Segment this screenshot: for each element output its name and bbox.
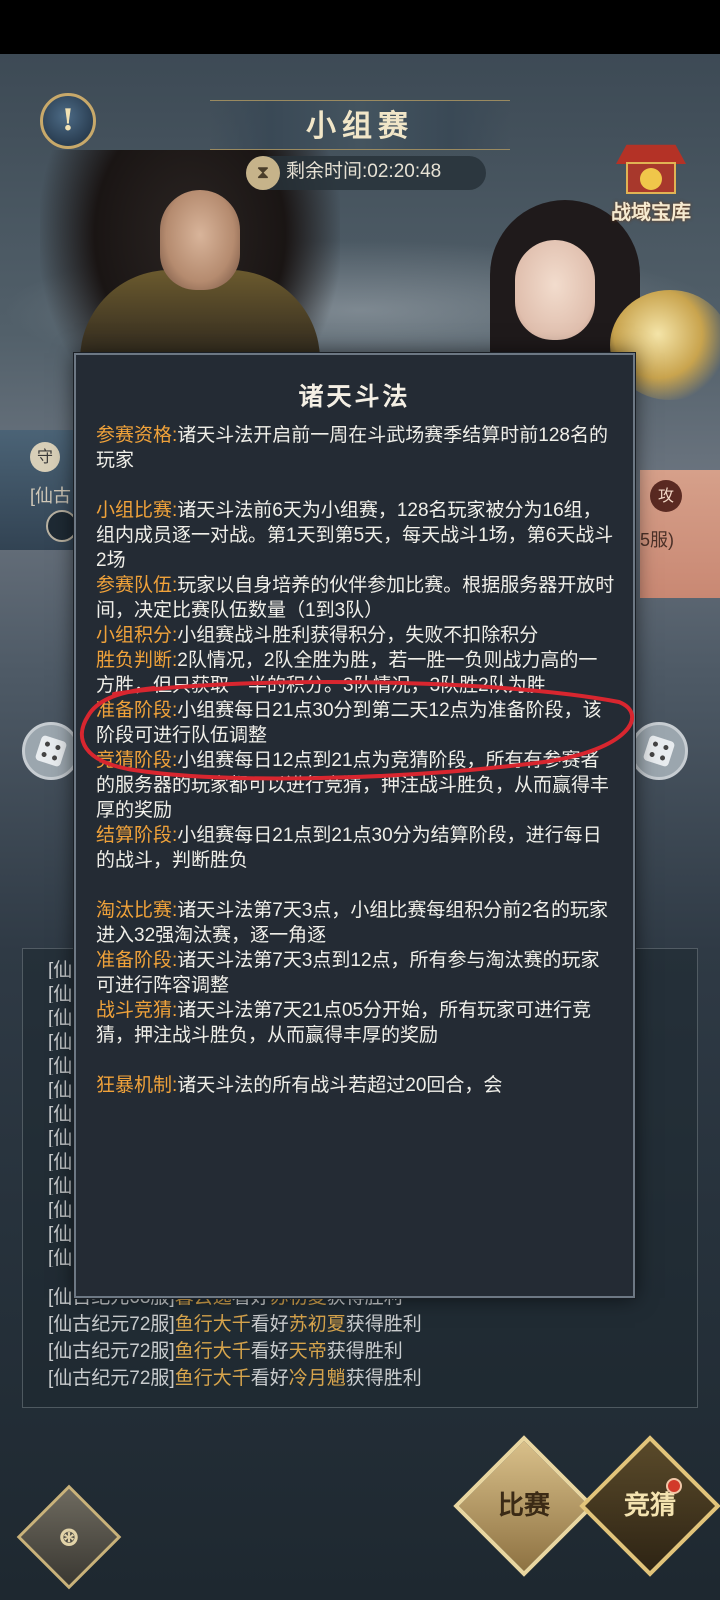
page-title: 小组赛 <box>306 109 414 144</box>
feed-mid: 看好 <box>250 1368 289 1389</box>
rule-key: 淘汰比赛: <box>96 900 178 921</box>
dice-button-right[interactable] <box>630 722 688 780</box>
rule-paragraph: 结算阶段:小组赛每日21点到21点30分为结算阶段，进行每日的战斗，判断胜负 <box>96 823 616 873</box>
dialog-title: 诸天斗法 <box>298 382 411 411</box>
feed-name: 鱼行大千 <box>174 1314 251 1335</box>
feed-name: 鱼行大千 <box>174 1341 251 1362</box>
rule-key: 参赛队伍: <box>96 575 178 596</box>
rule-key: 结算阶段: <box>96 825 178 846</box>
rule-paragraph: 小组比赛:诸天斗法前6天为小组赛，128名玩家被分为16组，组内成员逐一对战。第… <box>96 498 616 573</box>
attacker-server-text: 5服) <box>640 530 675 550</box>
coin-icon <box>640 168 662 190</box>
cloud-swirl-icon: ⊛ <box>57 1520 81 1553</box>
title-plate: 小组赛 <box>210 100 510 150</box>
guess-button-label: 竞猜 <box>623 1491 676 1521</box>
rule-key: 小组比赛: <box>96 500 178 521</box>
feed-target: 苏初夏 <box>288 1314 346 1335</box>
rule-paragraph: 竞猜阶段:小组赛每日12点到21点为竞猜阶段，所有有参赛者的服务器的玩家都可以进… <box>96 748 616 823</box>
rule-paragraph: 准备阶段:诸天斗法第7天3点到12点，所有参与淘汰赛的玩家可进行阵容调整 <box>96 948 616 998</box>
rule-paragraph: 参赛资格:诸天斗法开启前一周在斗武场赛季结算时前128名的玩家 <box>96 423 616 473</box>
rules-dialog[interactable]: 诸天斗法 参赛资格:诸天斗法开启前一周在斗武场赛季结算时前128名的玩家小组比赛… <box>74 353 635 1298</box>
rule-key: 胜负判断: <box>96 650 178 671</box>
info-button[interactable]: ! <box>40 93 96 149</box>
feed-row: [仙古纪元72服]鱼行大千看好天帝获得胜利 <box>48 1338 688 1365</box>
feed-end: 获得胜利 <box>345 1314 422 1335</box>
rule-key: 参赛资格: <box>96 425 178 446</box>
character-right-face <box>515 240 595 340</box>
info-icon: ! <box>61 103 75 138</box>
attack-seal-icon: 攻 <box>650 480 682 512</box>
dice-icon <box>34 734 68 768</box>
match-button-label: 比赛 <box>497 1491 550 1521</box>
rule-key: 战斗竞猜: <box>96 1000 178 1021</box>
rule-paragraph: 淘汰比赛:诸天斗法第7天3点，小组比赛每组积分前2名的玩家进入32强淘汰赛，逐一… <box>96 898 616 948</box>
treasure-button[interactable]: 战域宝库 <box>598 140 704 240</box>
rule-key: 竞猜阶段: <box>96 750 178 771</box>
feed-mid: 看好 <box>250 1341 289 1362</box>
rule-gap <box>96 873 616 898</box>
defender-server-text: [仙古 <box>30 486 72 506</box>
defend-seal-icon: 守 <box>30 442 60 472</box>
feed-server: [仙古纪元72服] <box>48 1341 175 1362</box>
rule-gap <box>96 473 616 498</box>
rule-text: 诸天斗法的所有战斗若超过20回合，会 <box>177 1075 503 1096</box>
countdown-timer: ⧗ 剩余时间:02:20:48 <box>246 156 486 190</box>
feed-row: [仙古纪元72服]鱼行大千看好苏初夏获得胜利 <box>48 1311 688 1338</box>
rule-paragraph: 小组积分:小组赛战斗胜利获得积分，失败不扣除积分 <box>96 623 616 648</box>
feed-target: 天帝 <box>288 1341 327 1362</box>
dice-icon <box>642 734 676 768</box>
feed-row: [仙古纪元72服]鱼行大千看好冷月魈获得胜利 <box>48 1365 688 1392</box>
dice-button-left[interactable] <box>22 722 80 780</box>
treasure-label: 战域宝库 <box>611 200 691 224</box>
feed-name: 鱼行大千 <box>174 1368 251 1389</box>
hourglass-icon: ⧗ <box>246 156 280 190</box>
feed-server: [仙古纪元72服] <box>48 1368 175 1389</box>
character-left-face <box>160 190 240 290</box>
rule-paragraph: 准备阶段:小组赛每日21点30分到第二天12点为准备阶段，该阶段可进行队伍调整 <box>96 698 616 748</box>
rule-key: 狂暴机制: <box>96 1075 178 1096</box>
pavilion-roof-icon <box>616 144 686 164</box>
rule-paragraph: 狂暴机制:诸天斗法的所有战斗若超过20回合，会 <box>96 1073 616 1098</box>
feed-target: 冷月魈 <box>288 1368 346 1389</box>
rule-key: 小组积分: <box>96 625 178 646</box>
game-screen: ! 小组赛 ⧗ 剩余时间:02:20:48 战域宝库 守 [仙古 攻 5服) [… <box>0 0 720 1600</box>
timer-text: 剩余时间:02:20:48 <box>286 161 442 182</box>
feed-server: [仙古纪元72服] <box>48 1314 175 1335</box>
rule-paragraph: 胜负判断:2队情况，2队全胜为胜，若一胜一负则战力高的一方胜，但只获取一半的积分… <box>96 648 616 698</box>
attacker-bar: 攻 5服) <box>640 470 720 598</box>
rule-gap <box>96 1048 616 1073</box>
feed-end: 获得胜利 <box>326 1341 403 1362</box>
feed-end: 获得胜利 <box>345 1368 422 1389</box>
feed-mid: 看好 <box>250 1314 289 1335</box>
rule-paragraph: 参赛队伍:玩家以自身培养的伙伴参加比赛。根据服务器开放时间，决定比赛队伍数量（1… <box>96 573 616 623</box>
rule-key: 准备阶段: <box>96 950 178 971</box>
defender-bar: 守 [仙古 <box>0 430 80 550</box>
rule-paragraph: 战斗竞猜:诸天斗法第7天21点05分开始，所有玩家可进行竞猜，押注战斗胜负，从而… <box>96 998 616 1048</box>
notification-dot <box>666 1478 682 1494</box>
rule-text: 小组赛战斗胜利获得积分，失败不扣除积分 <box>177 625 539 646</box>
bet-feed-list: [仙古纪元68服]暮云逸看好苏初夏获得胜利[仙古纪元72服]鱼行大千看好苏初夏获… <box>48 1284 688 1392</box>
rule-key: 准备阶段: <box>96 700 178 721</box>
rules-scroll-area[interactable]: 参赛资格:诸天斗法开启前一周在斗武场赛季结算时前128名的玩家 小组比赛:诸天斗法… <box>96 423 616 1285</box>
status-bar <box>0 0 720 54</box>
